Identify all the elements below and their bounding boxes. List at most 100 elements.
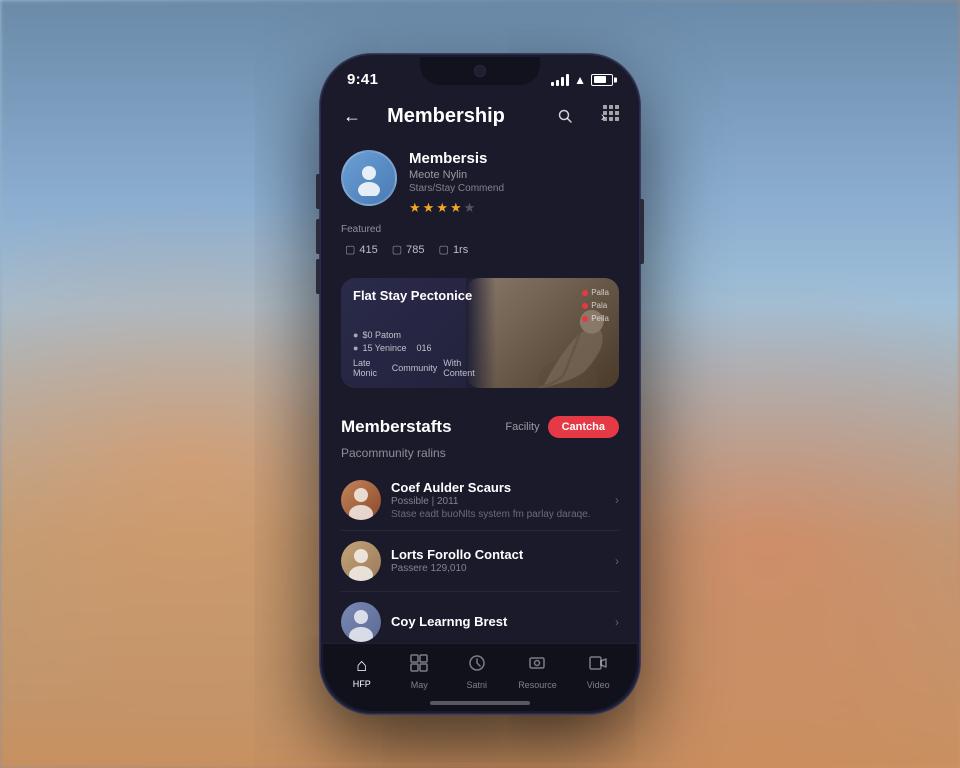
community-avatar-svg-1 bbox=[341, 480, 381, 520]
stat-icon-1: ▢ bbox=[345, 243, 355, 256]
signal-bars bbox=[551, 74, 569, 86]
nav-label-may: May bbox=[411, 680, 428, 690]
community-info-2: Lorts Forollo Contact Passere 129,010 bbox=[391, 547, 605, 576]
nav-item-video[interactable]: Video bbox=[574, 650, 622, 694]
may-icon bbox=[410, 654, 428, 677]
star-4: ★ bbox=[450, 200, 462, 216]
phone-outer-frame: 9:41 ▲ ← Mem bbox=[320, 54, 640, 714]
card-footer-row: Late Monic Community With Content bbox=[353, 358, 482, 378]
nav-label-video: Video bbox=[587, 680, 610, 690]
nav-label-resource: Resource bbox=[518, 680, 557, 690]
search-button[interactable] bbox=[551, 102, 579, 130]
nav-label-satni: Satni bbox=[466, 680, 487, 690]
community-name-2: Lorts Forollo Contact bbox=[391, 547, 605, 562]
tag-dot-3 bbox=[582, 316, 588, 322]
satni-icon bbox=[468, 654, 486, 677]
stat-value-2: 785 bbox=[406, 244, 424, 256]
community-info-3: Coy Learnng Brest bbox=[391, 614, 605, 630]
grid-menu-icon[interactable] bbox=[603, 105, 619, 121]
community-name-3: Coy Learnng Brest bbox=[391, 614, 605, 629]
notch bbox=[420, 57, 540, 85]
star-1: ★ bbox=[409, 200, 421, 216]
page-title: Membership bbox=[341, 105, 551, 128]
home-icon: ⌂ bbox=[356, 655, 367, 676]
nav-label-home: HFP bbox=[353, 679, 371, 689]
stars-row: ★ ★ ★ ★ ★ bbox=[409, 200, 619, 216]
profile-section: Membersis Meote Nylin Stars/Stay Commend… bbox=[323, 140, 637, 270]
stat-item-2: ▢ 785 bbox=[392, 243, 425, 256]
tag-label-1: Palla bbox=[591, 288, 609, 297]
profile-status: Stars/Stay Commend bbox=[409, 183, 619, 194]
stat-item-1: ▢ 415 bbox=[345, 243, 378, 256]
video-icon bbox=[589, 654, 607, 677]
phone-device: 9:41 ▲ ← Mem bbox=[320, 54, 640, 714]
community-meta-1: Possible | 2011 bbox=[391, 496, 605, 507]
community-avatar-svg-3 bbox=[341, 602, 381, 642]
community-info-1: Coef Aulder Scaurs Possible | 2011 Stase… bbox=[391, 480, 605, 520]
tag-dot-2 bbox=[582, 303, 588, 309]
profile-row: Membersis Meote Nylin Stars/Stay Commend… bbox=[341, 150, 619, 216]
notch-camera bbox=[474, 65, 486, 77]
community-name-1: Coef Aulder Scaurs bbox=[391, 480, 605, 495]
card-content: Flat Stay Pectonice ● $0 Patom ● 15 Yeni… bbox=[341, 278, 494, 388]
nav-item-resource[interactable]: Resource bbox=[510, 650, 565, 694]
avatar-wrap bbox=[341, 150, 397, 206]
scroll-content: Membersis Meote Nylin Stars/Stay Commend… bbox=[323, 140, 637, 711]
footer-text-2: Community bbox=[392, 363, 438, 373]
community-sub-label: Pacommunity ralins bbox=[323, 446, 637, 470]
may-svg-icon bbox=[410, 654, 428, 672]
detail-icon-2: ● bbox=[353, 343, 358, 353]
stats-row: ▢ 415 ▢ 785 ▢ 1rs bbox=[341, 243, 619, 256]
card-details: ● $0 Patom ● 15 Yenince 016 Late Monic bbox=[353, 330, 482, 378]
profile-subtitle: Meote Nylin bbox=[409, 169, 619, 181]
community-avatar-svg-2 bbox=[341, 541, 381, 581]
footer-text-1: Late Monic bbox=[353, 358, 386, 378]
card-tag-2: Pala bbox=[582, 301, 609, 310]
chevron-icon-3: › bbox=[615, 615, 619, 629]
card-tags: Palla Pala Pella bbox=[582, 288, 609, 323]
stat-value-3: 1rs bbox=[453, 244, 468, 256]
card-detail-1: ● $0 Patom bbox=[353, 330, 482, 340]
cancel-button[interactable]: Cantcha bbox=[548, 416, 619, 438]
community-avatar-1 bbox=[341, 480, 381, 520]
nav-item-may[interactable]: May bbox=[395, 650, 443, 694]
profile-name: Membersis bbox=[409, 150, 619, 167]
featured-card[interactable]: Flat Stay Pectonice ● $0 Patom ● 15 Yeni… bbox=[341, 278, 619, 388]
facility-label[interactable]: Facility bbox=[505, 421, 539, 433]
battery-fill bbox=[594, 76, 607, 83]
star-3: ★ bbox=[436, 200, 448, 216]
status-icons: ▲ bbox=[551, 73, 613, 87]
community-item-1[interactable]: Coef Aulder Scaurs Possible | 2011 Stase… bbox=[341, 470, 619, 531]
stat-icon-3: ▢ bbox=[439, 243, 449, 256]
profile-info: Membersis Meote Nylin Stars/Stay Commend… bbox=[409, 150, 619, 216]
wifi-icon: ▲ bbox=[574, 73, 586, 87]
video-svg-icon bbox=[589, 654, 607, 672]
card-tag-1: Palla bbox=[582, 288, 609, 297]
featured-label: Featured bbox=[341, 224, 619, 235]
star-5: ★ bbox=[464, 200, 476, 216]
stat-value-1: 415 bbox=[359, 244, 377, 256]
member-stats-header: Memberstafts Facility Cantcha bbox=[323, 402, 637, 446]
community-item-2[interactable]: Lorts Forollo Contact Passere 129,010 › bbox=[341, 531, 619, 592]
satni-svg-icon bbox=[468, 654, 486, 672]
community-meta-2: Passere 129,010 bbox=[391, 563, 605, 574]
detail-text-extra: 016 bbox=[416, 343, 431, 353]
chevron-icon-2: › bbox=[615, 554, 619, 568]
detail-icon-1: ● bbox=[353, 330, 358, 340]
phone-inner-frame: 9:41 ▲ ← Mem bbox=[323, 57, 637, 711]
member-stats-title: Memberstafts bbox=[341, 417, 452, 437]
star-2: ★ bbox=[423, 200, 435, 216]
stat-icon-2: ▢ bbox=[392, 243, 402, 256]
community-avatar-3 bbox=[341, 602, 381, 642]
tag-label-2: Pala bbox=[591, 301, 607, 310]
search-icon bbox=[558, 109, 572, 123]
card-tag-3: Pella bbox=[582, 314, 609, 323]
user-avatar bbox=[341, 150, 397, 206]
status-time: 9:41 bbox=[347, 71, 378, 88]
section-actions: Facility Cantcha bbox=[505, 416, 619, 438]
resource-svg-icon bbox=[528, 654, 546, 672]
nav-item-home[interactable]: ⌂ HFP bbox=[338, 651, 386, 693]
nav-item-satni[interactable]: Satni bbox=[453, 650, 501, 694]
tag-dot-1 bbox=[582, 290, 588, 296]
nav-header: ← Membership › bbox=[323, 94, 637, 140]
